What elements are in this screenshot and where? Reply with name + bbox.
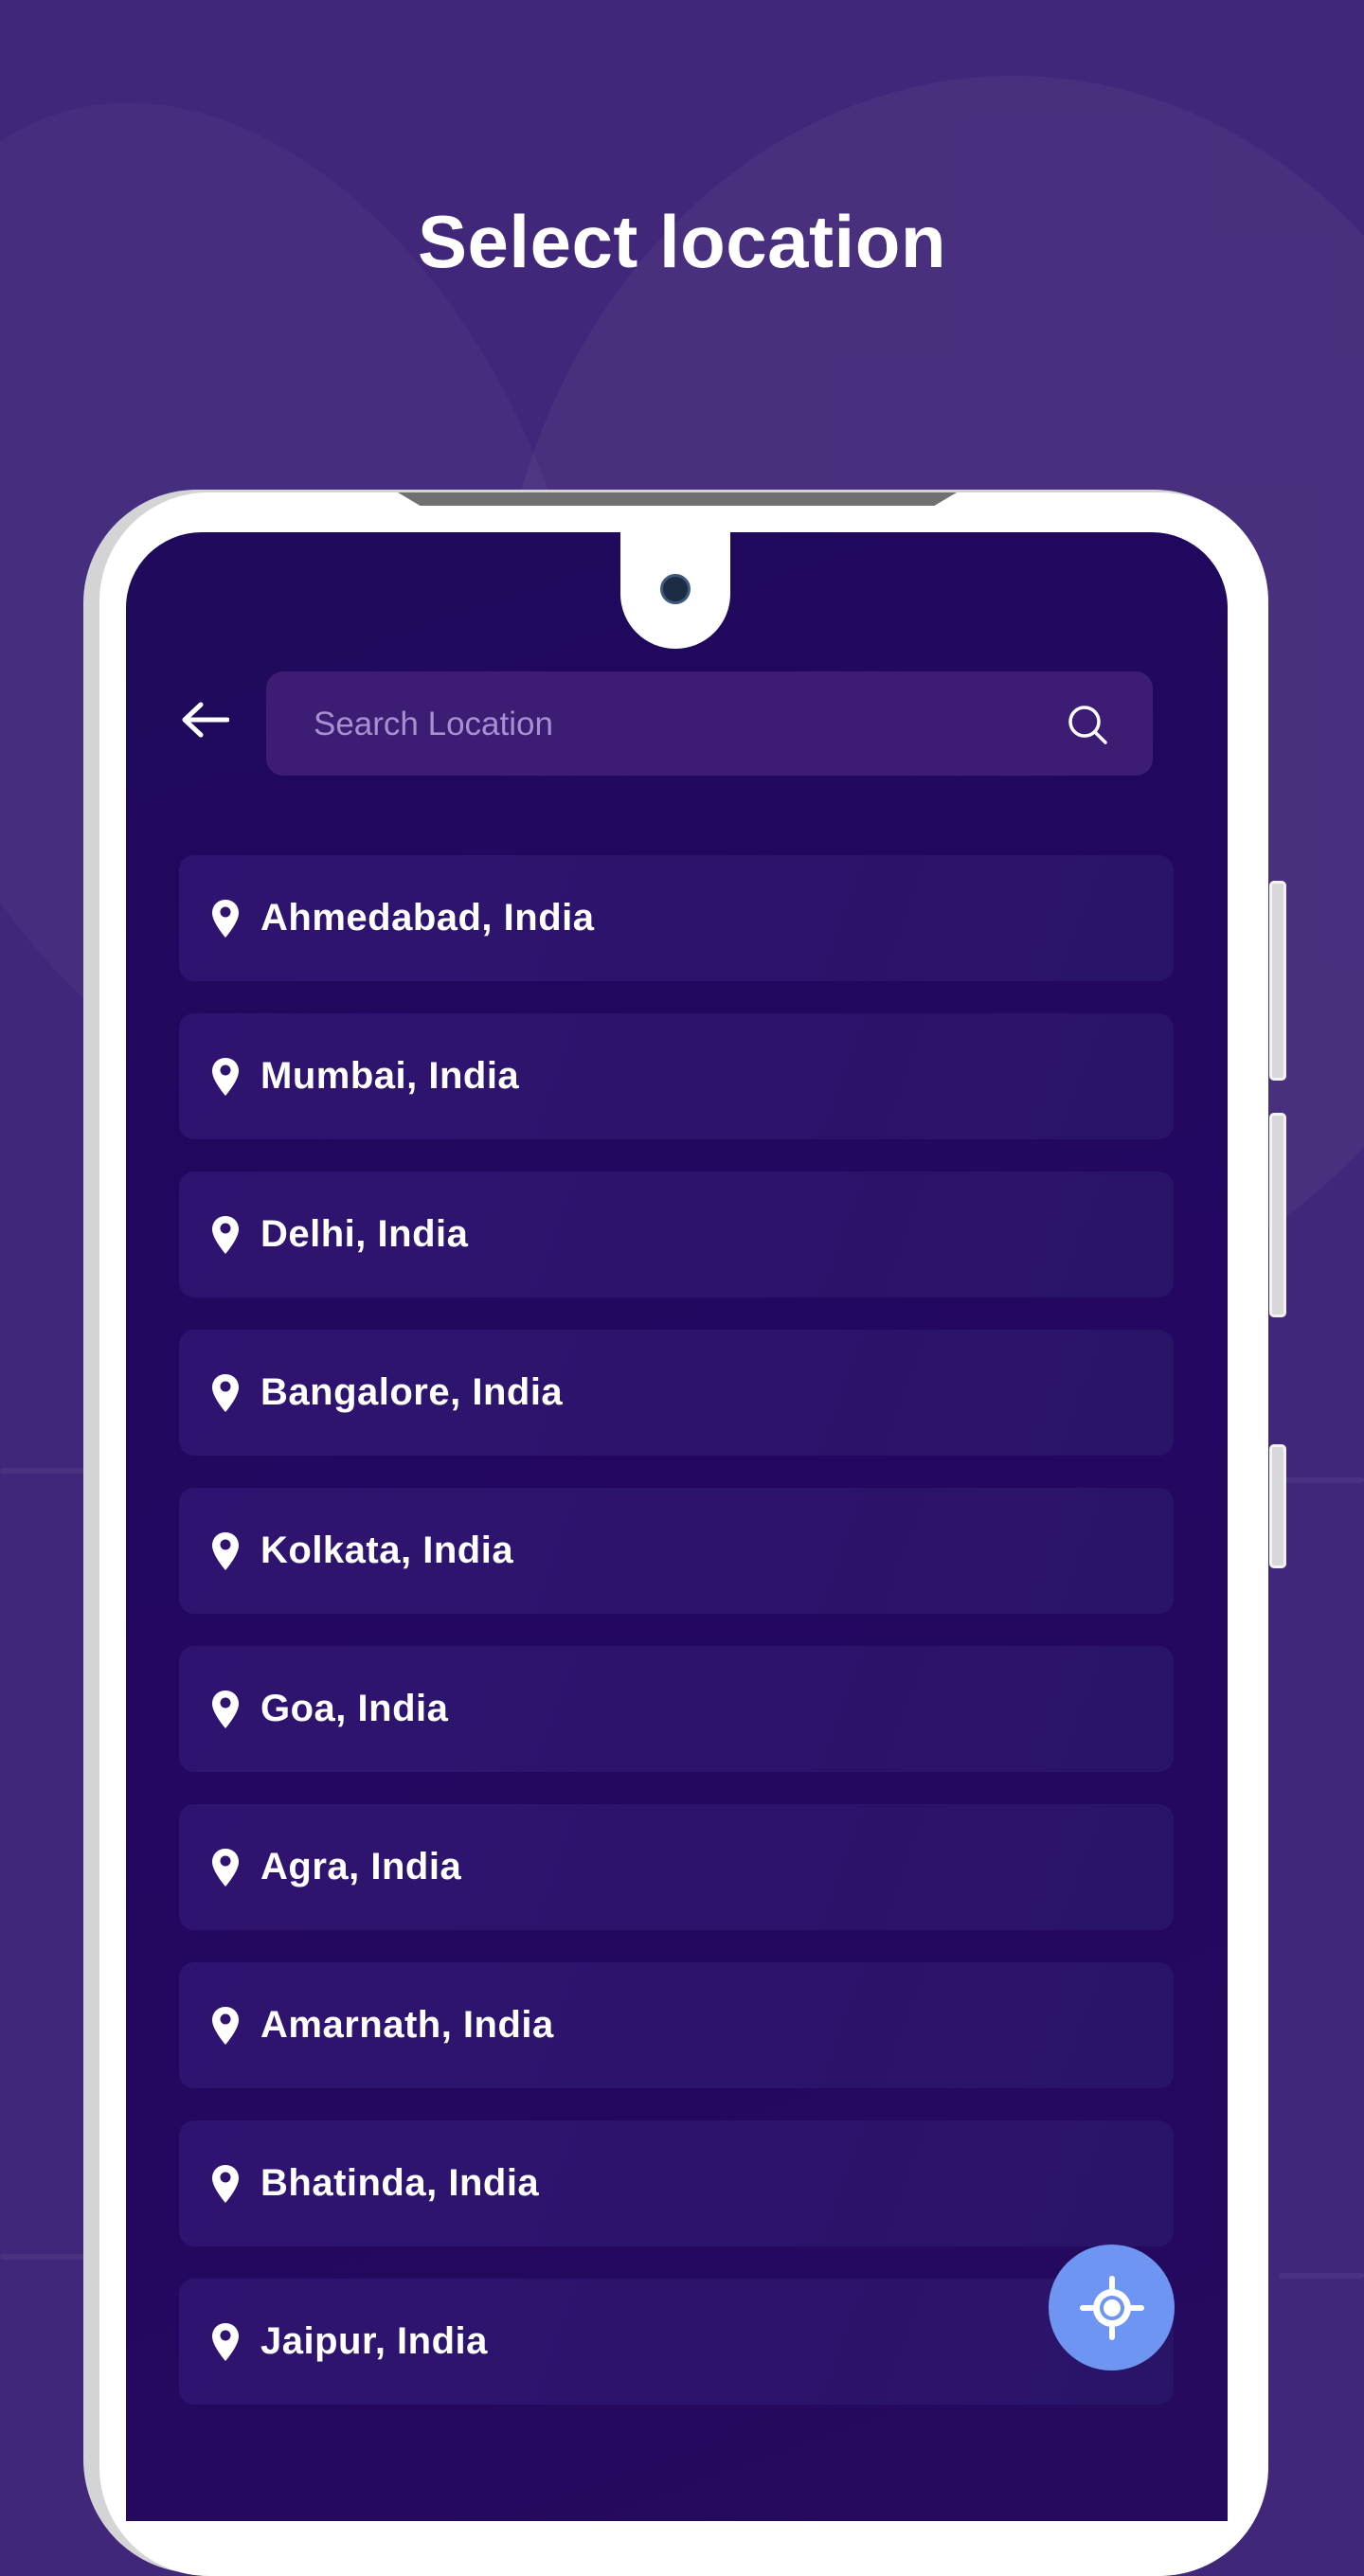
background-streak (1279, 2273, 1364, 2279)
gps-crosshair-icon (1079, 2275, 1144, 2340)
location-item[interactable]: Bangalore, India (179, 1330, 1174, 1456)
camera-icon (660, 574, 691, 604)
map-pin-icon (212, 2322, 239, 2361)
location-item[interactable]: Ahmedabad, India (179, 855, 1174, 981)
arrow-left-icon (182, 702, 229, 738)
location-label: Bhatinda, India (260, 2162, 540, 2204)
current-location-button[interactable] (1049, 2245, 1175, 2370)
location-label: Kolkata, India (260, 1530, 514, 1571)
map-pin-icon (212, 2006, 239, 2045)
background-streak (1279, 1477, 1364, 1483)
location-list: Ahmedabad, India Mumbai, India Delhi, In… (179, 855, 1174, 2437)
location-item[interactable]: Bhatinda, India (179, 2120, 1174, 2246)
map-pin-icon (212, 1057, 239, 1096)
location-item[interactable]: Agra, India (179, 1804, 1174, 1930)
map-pin-icon (212, 2164, 239, 2203)
search-input[interactable] (312, 671, 1054, 778)
search-icon[interactable] (1066, 703, 1109, 746)
phone-side-button (1269, 881, 1286, 1081)
location-label: Jaipur, India (260, 2320, 488, 2362)
back-button[interactable] (176, 696, 233, 743)
search-bar (266, 671, 1153, 778)
map-pin-icon (212, 1690, 239, 1728)
phone-side-button (1269, 1113, 1286, 1317)
map-pin-icon (212, 1373, 239, 1412)
location-label: Amarnath, India (260, 2004, 554, 2046)
location-item[interactable]: Goa, India (179, 1646, 1174, 1772)
location-item[interactable]: Mumbai, India (179, 1013, 1174, 1139)
location-label: Agra, India (260, 1846, 462, 1887)
location-label: Delhi, India (260, 1213, 469, 1255)
location-item[interactable]: Kolkata, India (179, 1488, 1174, 1614)
phone-speaker (398, 492, 957, 506)
phone-side-button (1269, 1444, 1286, 1568)
location-label: Ahmedabad, India (260, 897, 595, 939)
page-title: Select location (418, 200, 946, 283)
map-pin-icon (212, 1848, 239, 1887)
location-item[interactable]: Amarnath, India (179, 1962, 1174, 2088)
map-pin-icon (212, 1531, 239, 1570)
location-label: Bangalore, India (260, 1371, 564, 1413)
location-label: Mumbai, India (260, 1055, 520, 1097)
location-label: Goa, India (260, 1688, 449, 1729)
location-item[interactable]: Delhi, India (179, 1172, 1174, 1297)
location-item[interactable]: Jaipur, India (179, 2279, 1174, 2405)
map-pin-icon (212, 1215, 239, 1254)
map-pin-icon (212, 899, 239, 938)
